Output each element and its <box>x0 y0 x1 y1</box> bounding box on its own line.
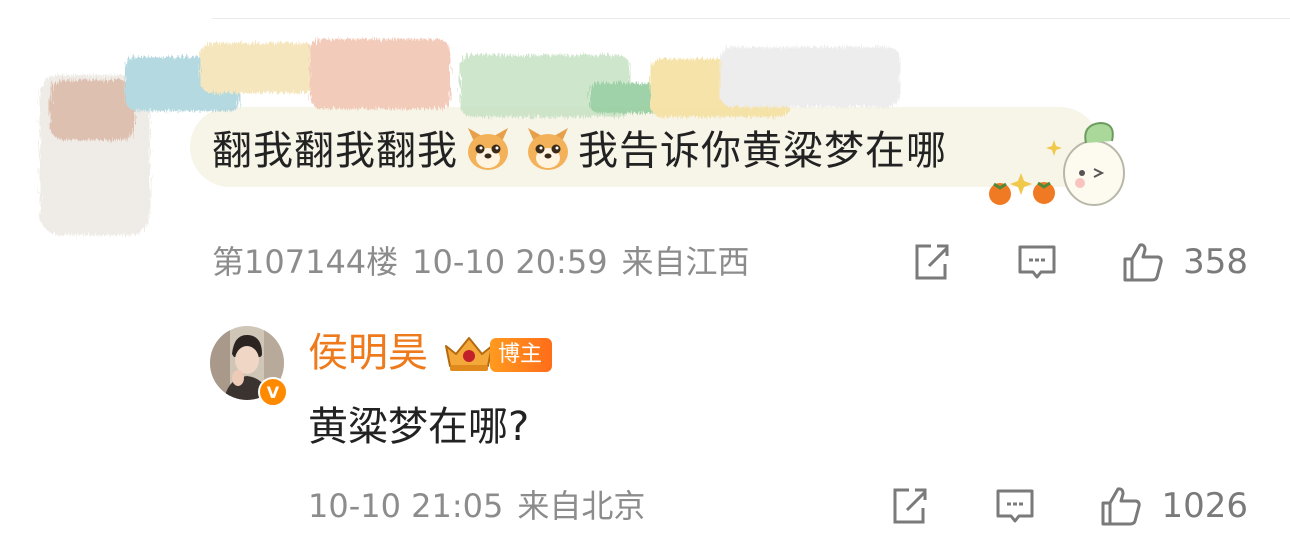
comment-time: 10-10 20:59 <box>412 243 608 281</box>
comment-icon <box>1018 245 1056 279</box>
comment-icon <box>996 489 1034 523</box>
like-count: 1026 <box>1161 486 1248 526</box>
blogger-badge: 博主 <box>490 338 553 372</box>
floor-number: 第107144楼 <box>212 243 399 281</box>
comment-text-after: 我告诉你黄粱梦在哪 <box>578 128 947 174</box>
share-button[interactable] <box>909 240 953 284</box>
comment-text-before: 翻我翻我翻我 <box>212 128 458 174</box>
like-button[interactable]: 358 <box>1121 240 1248 284</box>
reply-meta: 10-10 21:05 来自北京 <box>308 484 645 528</box>
weibo-comment-thread: 翻我翻我翻我 我告诉你黄粱梦在哪 第107144楼 10-10 20:59 来自江西 <box>0 0 1290 550</box>
divider <box>212 18 1290 19</box>
comment-actions: 358 <box>909 240 1248 284</box>
share-button[interactable] <box>887 484 931 528</box>
reply-actions: 1026 <box>887 484 1248 528</box>
thumbs-up-icon <box>1123 243 1163 282</box>
comment-location: 来自江西 <box>621 243 750 281</box>
comment-meta: 第107144楼 10-10 20:59 来自江西 <box>212 240 750 284</box>
dog-face-emoji-icon <box>468 128 508 170</box>
comment-text: 翻我翻我翻我 我告诉你黄粱梦在哪 <box>212 122 947 179</box>
reply-time: 10-10 21:05 <box>308 487 504 525</box>
verified-icon: V <box>258 377 288 407</box>
share-icon <box>915 244 949 280</box>
dog-face-emoji-icon <box>528 128 568 170</box>
reply-location: 来自北京 <box>517 487 646 525</box>
comment-button[interactable] <box>993 484 1037 528</box>
like-count: 358 <box>1183 242 1248 282</box>
reply-text: 黄粱梦在哪? <box>308 404 530 450</box>
thumbs-up-icon <box>1101 487 1142 526</box>
reply-username[interactable]: 侯明昊 <box>308 328 428 378</box>
comment-button[interactable] <box>1015 240 1059 284</box>
like-button[interactable]: 1026 <box>1099 484 1248 528</box>
share-icon <box>893 488 927 524</box>
